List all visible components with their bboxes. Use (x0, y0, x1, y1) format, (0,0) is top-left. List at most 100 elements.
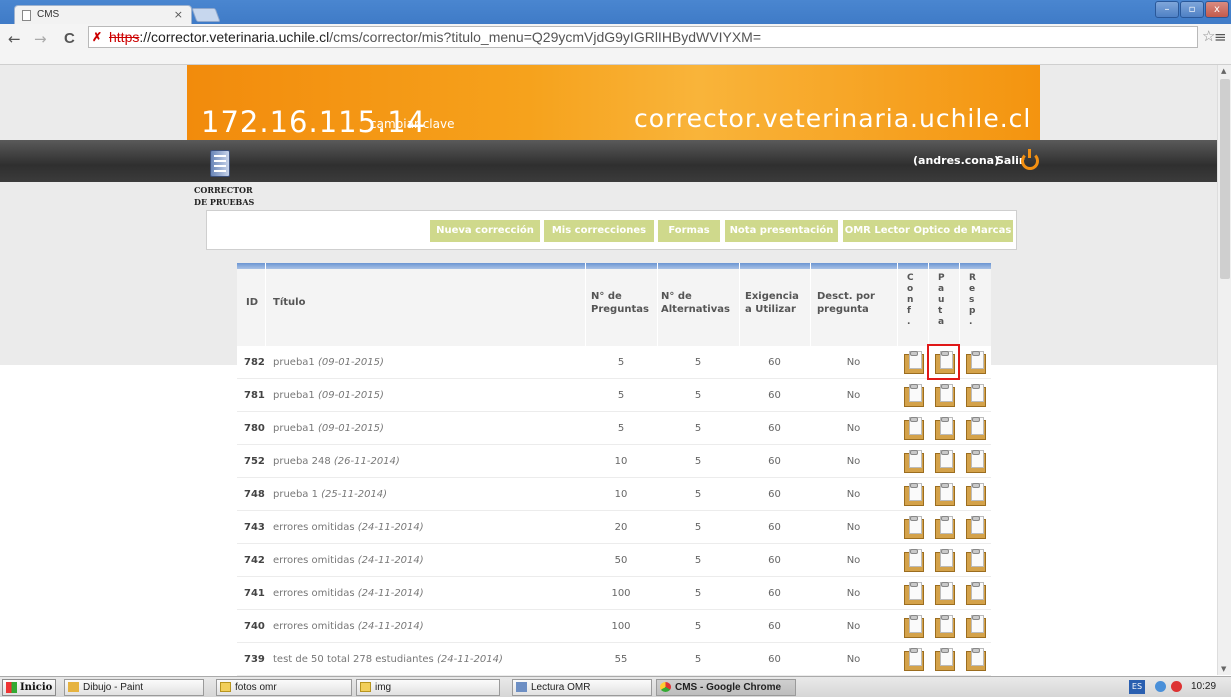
cell-title[interactable]: errores omitidas (24-11-2014) (273, 610, 424, 643)
cell-preguntas: 55 (614, 654, 628, 665)
cell-exigencia: 60 (768, 522, 781, 533)
chrome-menu-icon[interactable]: ≡ (1214, 28, 1227, 46)
change-password-link[interactable]: cambiar clave (370, 117, 454, 131)
url-host: ://corrector.veterinaria.uchile.cl (139, 29, 330, 45)
conf-icon[interactable] (904, 614, 924, 638)
menu-mis-correcciones[interactable]: Mis correcciones (544, 220, 654, 242)
pauta-icon[interactable] (935, 581, 955, 605)
maximize-button[interactable]: ▫ (1180, 1, 1204, 18)
cell-title[interactable]: prueba 248 (26-11-2014) (273, 445, 400, 478)
resp-icon[interactable] (966, 449, 986, 473)
table-row: 740 100 5 60 No errores omitidas (24-11-2014) (237, 610, 991, 643)
resp-icon[interactable] (966, 548, 986, 572)
pauta-icon[interactable] (935, 449, 955, 473)
tab-close-icon[interactable]: × (174, 8, 183, 21)
col-pauta: P a u t a (938, 273, 945, 327)
cell-title[interactable]: prueba1 (09-01-2015) (273, 379, 384, 412)
menu-omr-lector[interactable]: OMR Lector Optico de Marcas (843, 220, 1013, 242)
forward-icon[interactable]: → (34, 30, 47, 48)
cell-alternativas: 5 (694, 489, 702, 500)
cell-alternativas: 5 (694, 654, 702, 665)
browser-tab[interactable]: CMS × (14, 5, 192, 25)
book-icon (210, 150, 230, 177)
cell-title[interactable]: errores omitidas (24-11-2014) (273, 577, 424, 610)
main-menu: Nueva corrección Mis correcciones Formas… (206, 210, 1017, 250)
cell-title[interactable]: prueba1 (09-01-2015) (273, 346, 384, 379)
column-separator (657, 263, 658, 346)
pauta-icon[interactable] (935, 416, 955, 440)
menu-formas[interactable]: Formas (658, 220, 720, 242)
cell-id: 743 (244, 522, 265, 533)
taskbar-item-fotos-omr[interactable]: fotos omr (216, 679, 352, 696)
taskbar-item-label: CMS - Google Chrome (675, 682, 782, 693)
browser-toolbar: ← → C ✗ https://corrector.veterinaria.uch… (0, 24, 1231, 65)
conf-icon[interactable] (904, 647, 924, 671)
cell-descuento: No (846, 357, 861, 368)
page-icon (22, 10, 31, 21)
pauta-icon[interactable] (935, 614, 955, 638)
cell-title[interactable]: test de 50 total 278 estudiantes (24-11-… (273, 643, 503, 676)
taskbar-item-img[interactable]: img (356, 679, 500, 696)
conf-icon[interactable] (904, 581, 924, 605)
scroll-down-icon[interactable]: ▼ (1221, 665, 1226, 673)
language-indicator[interactable]: ES (1129, 680, 1145, 694)
cell-alternativas: 5 (694, 621, 702, 632)
cell-title[interactable]: prueba1 (09-01-2015) (273, 412, 384, 445)
resp-icon[interactable] (966, 416, 986, 440)
conf-icon[interactable] (904, 383, 924, 407)
cell-id: 780 (244, 423, 265, 434)
taskbar-item-lectura-omr[interactable]: Lectura OMR (512, 679, 652, 696)
resp-icon[interactable] (966, 647, 986, 671)
cell-preguntas: 50 (614, 555, 628, 566)
reload-icon[interactable]: C (64, 30, 75, 47)
resp-icon[interactable] (966, 350, 986, 374)
back-icon[interactable]: ← (8, 30, 21, 48)
system-tray: ES 10:29 (1125, 679, 1231, 696)
menu-nueva-correccion[interactable]: Nueva corrección (430, 220, 540, 242)
antivirus-icon[interactable] (1171, 681, 1182, 692)
pauta-icon[interactable] (935, 482, 955, 506)
folder-icon (220, 682, 231, 692)
conf-icon[interactable] (904, 515, 924, 539)
pauta-icon[interactable] (935, 647, 955, 671)
column-separator (585, 263, 586, 346)
address-bar[interactable]: ✗ https://corrector.veterinaria.uchile.cl… (88, 26, 1198, 48)
cell-title[interactable]: errores omitidas (24-11-2014) (273, 511, 424, 544)
resp-icon[interactable] (966, 581, 986, 605)
conf-icon[interactable] (904, 350, 924, 374)
logo-line-2: DE PRUEBAS (194, 197, 255, 207)
test-name: errores omitidas (273, 522, 355, 533)
pauta-icon[interactable] (935, 515, 955, 539)
cell-title[interactable]: errores omitidas (24-11-2014) (273, 544, 424, 577)
page-scrollbar[interactable]: ▲ ▼ (1217, 65, 1231, 675)
cell-descuento: No (846, 489, 861, 500)
network-icon[interactable] (1155, 681, 1166, 692)
scroll-up-icon[interactable]: ▲ (1221, 67, 1226, 75)
start-button[interactable]: Inicio (2, 679, 56, 696)
menu-nota-presentacion[interactable]: Nota presentación (725, 220, 838, 242)
resp-icon[interactable] (966, 614, 986, 638)
conf-icon[interactable] (904, 449, 924, 473)
taskbar-item-chrome[interactable]: CMS - Google Chrome (656, 679, 796, 696)
power-icon[interactable] (1021, 149, 1039, 170)
taskbar-item-paint[interactable]: Dibujo - Paint (64, 679, 204, 696)
cell-alternativas: 5 (694, 456, 702, 467)
close-window-button[interactable]: x (1205, 1, 1229, 18)
new-tab-button[interactable] (191, 8, 221, 22)
resp-icon[interactable] (966, 383, 986, 407)
pauta-icon[interactable] (935, 383, 955, 407)
table-row: 781 5 5 60 No prueba1 (09-01-2015) (237, 379, 991, 412)
cell-title[interactable]: prueba 1 (25-11-2014) (273, 478, 387, 511)
conf-icon[interactable] (904, 548, 924, 572)
scroll-thumb[interactable] (1220, 79, 1230, 279)
minimize-button[interactable]: – (1155, 1, 1179, 18)
resp-icon[interactable] (966, 482, 986, 506)
table-row: 752 10 5 60 No prueba 248 (26-11-2014) (237, 445, 991, 478)
pauta-icon[interactable] (935, 548, 955, 572)
cell-id: 742 (244, 555, 265, 566)
test-date: (24-11-2014) (357, 588, 424, 599)
conf-icon[interactable] (904, 482, 924, 506)
conf-icon[interactable] (904, 416, 924, 440)
table-row: 741 100 5 60 No errores omitidas (24-11-2014) (237, 577, 991, 610)
resp-icon[interactable] (966, 515, 986, 539)
